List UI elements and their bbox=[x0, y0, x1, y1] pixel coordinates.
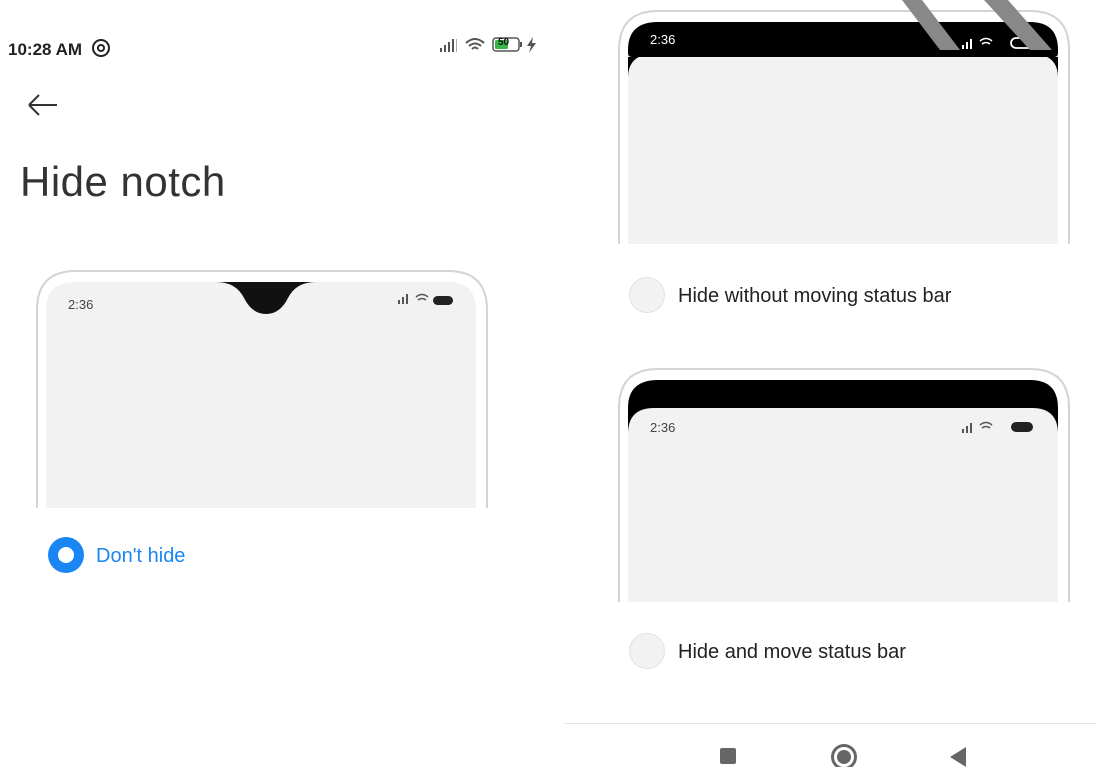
home-circle-icon[interactable] bbox=[831, 744, 857, 767]
back-triangle-icon[interactable] bbox=[950, 747, 966, 767]
preview-dont-hide: 2:36 bbox=[36, 270, 488, 508]
signal-icon bbox=[440, 39, 457, 52]
status-icons bbox=[440, 34, 540, 56]
radio-dont-hide[interactable] bbox=[48, 537, 84, 573]
nav-divider bbox=[564, 723, 1096, 724]
recents-square-icon[interactable] bbox=[720, 748, 736, 764]
at-sign-icon bbox=[91, 39, 110, 57]
back-arrow-icon[interactable] bbox=[26, 92, 60, 118]
battery-level: 50 bbox=[498, 37, 510, 48]
radio-hide-without-moving[interactable] bbox=[629, 277, 665, 313]
preview-time: 2:36 bbox=[650, 420, 676, 435]
preview-time: 2:36 bbox=[68, 297, 94, 312]
charging-icon bbox=[527, 37, 536, 53]
preview-hide-and-move: 2:36 bbox=[618, 366, 1070, 602]
option-label-hide-without-moving: Hide without moving status bar bbox=[678, 285, 952, 307]
radio-hide-and-move[interactable] bbox=[629, 633, 665, 669]
option-label-dont-hide: Don't hide bbox=[96, 545, 186, 567]
page-title: Hide notch bbox=[20, 158, 226, 205]
preview-time: 2:36 bbox=[650, 32, 676, 47]
marker-strokes bbox=[902, 0, 1052, 50]
option-label-hide-and-move: Hide and move status bar bbox=[678, 641, 906, 663]
wifi-icon bbox=[465, 38, 485, 50]
status-time: 10:28 AM bbox=[8, 38, 111, 60]
next-preview-edge bbox=[64, 626, 460, 632]
